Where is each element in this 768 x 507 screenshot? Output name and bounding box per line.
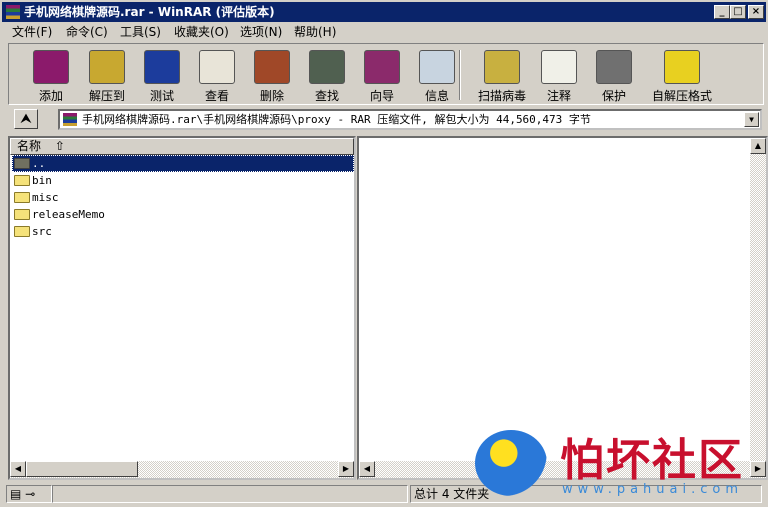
test-icon [144, 50, 180, 84]
watermark-logo: 怕坏社区 www.pahuai.com [470, 420, 760, 500]
menu-help[interactable]: 帮助(H) [294, 24, 336, 40]
sort-arrow-icon: ⇧ [54, 139, 65, 153]
toolbar-label: 保护 [601, 89, 626, 103]
toolbar-label: 测试 [149, 89, 174, 103]
archive-icon [63, 113, 77, 126]
list-item[interactable]: misc [12, 189, 354, 206]
up-folder-button[interactable]: ⮝ [14, 109, 38, 129]
toolbar-label: 自解压格式 [651, 89, 712, 103]
scroll-up-button[interactable]: ▲ [750, 138, 766, 154]
sfx-icon [664, 50, 700, 84]
extract-to-icon [89, 50, 125, 84]
wizard-icon [364, 50, 400, 84]
find-icon [309, 50, 345, 84]
toolbar-button-virus-scan[interactable]: 扫描病毒 [474, 48, 530, 103]
list-item[interactable]: releaseMemo [12, 206, 354, 223]
toolbar-button-add-archive[interactable]: 添加 [23, 48, 79, 103]
add-archive-icon [33, 50, 69, 84]
drive-key-icons[interactable]: ▤ ⊸ [6, 485, 52, 503]
toolbar-button-comment[interactable]: 注释 [531, 48, 587, 103]
menu-favorites[interactable]: 收藏夹(O) [174, 24, 229, 40]
toolbar-button-find[interactable]: 查找 [299, 48, 355, 103]
column-header-label: 名称 [17, 139, 42, 153]
horizontal-scrollbar[interactable]: ◀ ▶ [10, 461, 354, 478]
comment-icon [541, 50, 577, 84]
address-dropdown-button[interactable]: ▼ [744, 112, 759, 127]
protect-icon [596, 50, 632, 84]
folder-icon [14, 175, 30, 186]
menu-tools[interactable]: 工具(S) [120, 24, 161, 40]
list-item[interactable]: src [12, 223, 354, 240]
toolbar-label: 解压到 [88, 89, 125, 103]
title-bar: 手机网络棋牌源码.rar - WinRAR (评估版本) _ □ × [2, 2, 766, 22]
toolbar-label: 扫描病毒 [477, 89, 526, 103]
maximize-button[interactable]: □ [730, 5, 746, 19]
toolbar-label: 查看 [204, 89, 229, 103]
item-name: .. [32, 157, 46, 170]
folder-icon [14, 158, 30, 169]
folder-tree-pane: 名称 ⇧ .. bin misc releaseMemo src ◀ ▶ [8, 136, 356, 480]
winrar-app-icon [6, 5, 20, 19]
info-icon [419, 50, 455, 84]
view-icon [199, 50, 235, 84]
toolbar-button-sfx[interactable]: 自解压格式 [649, 48, 715, 103]
fish-logo-icon [475, 430, 547, 496]
toolbar-label: 添加 [38, 89, 63, 103]
item-name: releaseMemo [32, 208, 105, 221]
scroll-left-button[interactable]: ◀ [10, 461, 26, 477]
list-item[interactable]: bin [12, 172, 354, 189]
folder-icon [14, 192, 30, 203]
menu-bar: 文件(F) 命令(C) 工具(S) 收藏夹(O) 选项(N) 帮助(H) [2, 22, 766, 42]
minimize-button[interactable]: _ [714, 5, 730, 19]
scroll-thumb[interactable] [26, 461, 138, 477]
toolbar-button-protect[interactable]: 保护 [586, 48, 642, 103]
item-name: misc [32, 191, 59, 204]
toolbar-button-view[interactable]: 查看 [189, 48, 245, 103]
delete-icon [254, 50, 290, 84]
toolbar-button-delete[interactable]: 删除 [244, 48, 300, 103]
close-button[interactable]: × [748, 5, 764, 19]
toolbar-button-wizard[interactable]: 向导 [354, 48, 410, 103]
watermark-text: 怕坏社区 [560, 435, 744, 486]
window-title: 手机网络棋牌源码.rar - WinRAR (评估版本) [24, 5, 275, 19]
toolbar-label: 查找 [314, 89, 339, 103]
status-left-panel [52, 485, 408, 503]
scroll-right-button[interactable]: ▶ [338, 461, 354, 477]
vertical-scrollbar[interactable]: ▲ [750, 138, 766, 461]
menu-commands[interactable]: 命令(C) [66, 24, 108, 40]
folder-icon [14, 226, 30, 237]
toolbar-label: 向导 [369, 89, 394, 103]
item-name: bin [32, 174, 52, 187]
toolbar-button-extract-to[interactable]: 解压到 [79, 48, 135, 103]
toolbar: 添加 解压到 测试 查看 删除 查找 向导 信息 扫描病毒 注释 保护 自解压格式 [8, 43, 764, 105]
toolbar-separator [459, 50, 461, 100]
toolbar-label: 信息 [424, 89, 449, 103]
address-path: 手机网络棋牌源码.rar\手机网络棋牌源码\proxy - RAR 压缩文件, … [82, 113, 591, 126]
watermark-url: www.pahuai.com [562, 482, 744, 497]
toolbar-button-info[interactable]: 信息 [409, 48, 465, 103]
virus-scan-icon [484, 50, 520, 84]
toolbar-label: 注释 [546, 89, 571, 103]
folder-icon [14, 209, 30, 220]
toolbar-button-test[interactable]: 测试 [134, 48, 190, 103]
column-header-name[interactable]: 名称 ⇧ [10, 138, 354, 155]
menu-file[interactable]: 文件(F) [12, 24, 52, 40]
scroll-left-button[interactable]: ◀ [359, 461, 375, 477]
toolbar-label: 删除 [259, 89, 284, 103]
item-name: src [32, 225, 52, 238]
address-bar[interactable]: 手机网络棋牌源码.rar\手机网络棋牌源码\proxy - RAR 压缩文件, … [58, 109, 762, 130]
list-item-parent-folder[interactable]: .. [12, 155, 354, 172]
menu-options[interactable]: 选项(N) [240, 24, 282, 40]
